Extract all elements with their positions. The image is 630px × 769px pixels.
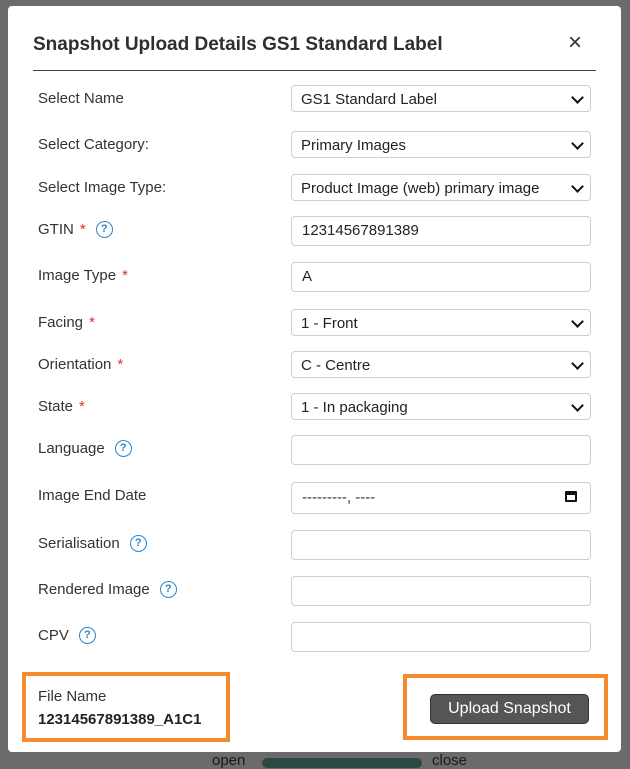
background-slider [262, 758, 422, 768]
orientation-dropdown[interactable]: C - Centre [291, 351, 591, 378]
cpv-row: CPV? [38, 622, 591, 652]
facing-dropdown[interactable]: 1 - Front [291, 309, 591, 336]
orientation-label: Orientation * [38, 356, 124, 373]
help-icon[interactable]: ? [129, 535, 147, 552]
modal-title: Snapshot Upload Details GS1 Standard Lab… [33, 34, 443, 55]
required-marker: * [79, 398, 85, 415]
help-icon[interactable]: ? [95, 221, 113, 238]
select-category-row: Select Category: Primary Images [38, 131, 591, 161]
required-marker: * [79, 221, 86, 238]
select-name-label: Select Name [38, 90, 124, 107]
image-end-date-input[interactable]: ---------, ---- [291, 482, 591, 514]
image-end-date-label: Image End Date [38, 487, 147, 504]
image-end-date-row: Image End Date ---------, ---- [38, 482, 591, 514]
facing-row: Facing * 1 - Front [38, 309, 591, 339]
select-category-dropdown[interactable]: Primary Images [291, 131, 591, 158]
rendered-image-input[interactable] [291, 576, 591, 606]
chevron-down-icon [571, 357, 584, 370]
calendar-icon[interactable] [565, 491, 577, 502]
help-icon[interactable]: ? [159, 581, 177, 598]
state-row: State * 1 - In packaging [38, 393, 591, 423]
state-label: State * [38, 398, 85, 415]
help-icon[interactable]: ? [78, 627, 96, 644]
select-image-type-label: Select Image Type: [38, 179, 167, 196]
image-type-label: Image Type * [38, 267, 128, 284]
image-type-input[interactable]: A [291, 262, 591, 292]
cpv-input[interactable] [291, 622, 591, 652]
close-icon[interactable]: × [564, 31, 586, 55]
background-close-label: close [432, 752, 468, 769]
file-name-value: 12314567891389_A1C1 [38, 711, 202, 728]
upload-snapshot-button[interactable]: Upload Snapshot [430, 694, 589, 724]
chevron-down-icon [571, 137, 584, 150]
serialisation-label: Serialisation? [38, 535, 147, 552]
rendered-image-label: Rendered Image? [38, 581, 177, 598]
cpv-label: CPV? [38, 627, 96, 644]
select-image-type-row: Select Image Type: Product Image (web) p… [38, 174, 591, 204]
background-open-label: open [212, 752, 246, 769]
gtin-input[interactable]: 12314567891389 [291, 216, 591, 246]
state-dropdown[interactable]: 1 - In packaging [291, 393, 591, 420]
gtin-row: GTIN *? 12314567891389 [38, 216, 591, 246]
serialisation-input[interactable] [291, 530, 591, 560]
chevron-down-icon [571, 91, 584, 104]
gtin-label: GTIN *? [38, 221, 113, 238]
upload-highlight: Upload Snapshot [403, 674, 608, 740]
orientation-row: Orientation * C - Centre [38, 351, 591, 381]
file-name-label: File Name [38, 688, 107, 705]
modal-header: Snapshot Upload Details GS1 Standard Lab… [33, 31, 596, 71]
language-label: Language? [38, 440, 132, 457]
chevron-down-icon [571, 315, 584, 328]
chevron-down-icon [571, 399, 584, 412]
facing-label: Facing * [38, 314, 95, 331]
snapshot-upload-modal: Snapshot Upload Details GS1 Standard Lab… [8, 6, 621, 752]
background-page: open close [0, 752, 630, 769]
required-marker: * [89, 314, 95, 331]
select-image-type-dropdown[interactable]: Product Image (web) primary image [291, 174, 591, 201]
select-name-dropdown[interactable]: GS1 Standard Label [291, 85, 591, 112]
rendered-image-row: Rendered Image? [38, 576, 591, 606]
file-name-highlight: File Name 12314567891389_A1C1 [22, 672, 230, 742]
language-input[interactable] [291, 435, 591, 465]
select-name-row: Select Name GS1 Standard Label [38, 85, 591, 115]
chevron-down-icon [571, 180, 584, 193]
required-marker: * [117, 356, 124, 373]
serialisation-row: Serialisation? [38, 530, 591, 560]
image-type-row: Image Type * A [38, 262, 591, 292]
help-icon[interactable]: ? [114, 440, 132, 457]
language-row: Language? [38, 435, 591, 465]
select-category-label: Select Category: [38, 136, 149, 153]
required-marker: * [122, 267, 128, 284]
